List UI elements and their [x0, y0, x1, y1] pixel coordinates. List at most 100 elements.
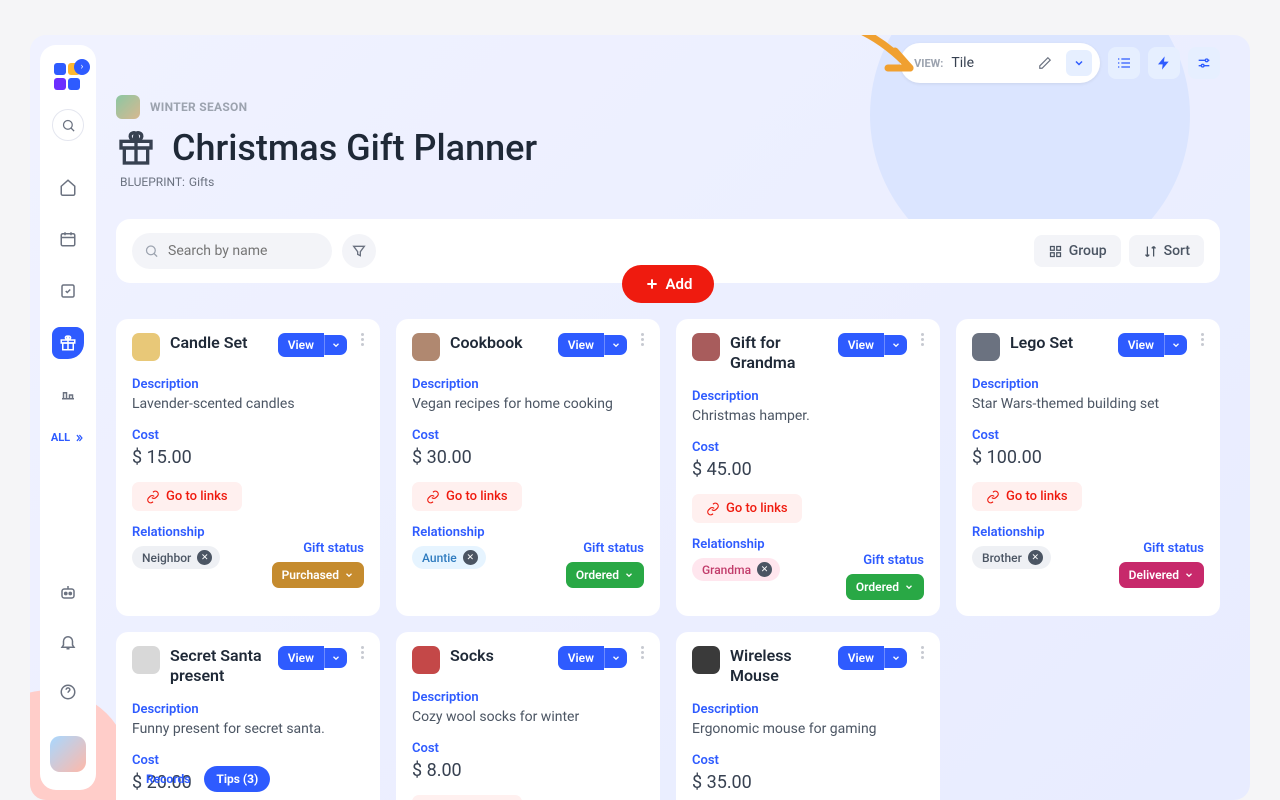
relationship-label: Relationship [972, 525, 1051, 540]
view-button[interactable]: View [558, 646, 604, 670]
app-logo[interactable]: › [54, 63, 82, 91]
cost-value: $ 45.00 [692, 459, 924, 480]
gift-icon [116, 128, 156, 168]
nav-output[interactable] [52, 379, 84, 411]
view-button[interactable]: View [558, 333, 604, 357]
description-label: Description [412, 377, 644, 392]
nav-home[interactable] [52, 171, 84, 203]
chevron-down-icon[interactable] [1066, 50, 1092, 76]
view-label: VIEW: [914, 57, 943, 70]
chevron-down-icon[interactable] [884, 648, 907, 668]
chevron-down-icon[interactable] [604, 648, 627, 668]
relationship-label: Relationship [132, 525, 220, 540]
nav-notifications[interactable] [52, 626, 84, 658]
status-badge[interactable]: Ordered [846, 574, 924, 600]
cost-value: $ 30.00 [412, 447, 644, 468]
gift-card: Gift for Grandma View Description Christ… [676, 319, 940, 616]
nav-all[interactable]: ALL [51, 431, 85, 444]
more-icon[interactable] [361, 333, 364, 346]
status-badge[interactable]: Purchased [272, 562, 364, 588]
go-to-links-button[interactable]: Go to links [412, 795, 522, 800]
automation-icon[interactable] [1148, 47, 1180, 79]
relationship-label: Relationship [692, 537, 780, 552]
gift-card: Wireless Mouse View Description Ergonomi… [676, 632, 940, 800]
cost-value: $ 8.00 [412, 760, 644, 781]
description-value: Christmas hamper. [692, 408, 924, 424]
chevron-down-icon[interactable] [324, 648, 347, 668]
more-icon[interactable] [921, 646, 924, 659]
gift-card: Cookbook View Description Vegan recipes … [396, 319, 660, 616]
nav-help[interactable] [52, 676, 84, 708]
group-button[interactable]: Group [1034, 235, 1121, 267]
chevron-right-icon[interactable]: › [74, 59, 90, 75]
go-to-links-button[interactable]: Go to links [692, 494, 802, 523]
description-label: Description [412, 690, 644, 705]
view-button[interactable]: View [838, 646, 884, 670]
more-icon[interactable] [361, 646, 364, 659]
page-title: Christmas Gift Planner [172, 127, 537, 169]
card-thumbnail [412, 646, 440, 674]
more-icon[interactable] [1201, 333, 1204, 346]
view-toolbar: VIEW: Tile [900, 43, 1220, 83]
tips-tab[interactable]: Tips (3) [204, 766, 270, 792]
view-button[interactable]: View [278, 646, 324, 670]
chevron-down-icon[interactable] [604, 335, 627, 355]
description-value: Vegan recipes for home cooking [412, 396, 644, 412]
chevron-down-icon[interactable] [884, 335, 907, 355]
nav-gifts[interactable] [52, 327, 84, 359]
view-button[interactable]: View [1118, 333, 1164, 357]
go-to-links-button[interactable]: Go to links [132, 482, 242, 511]
search-input[interactable] [132, 233, 332, 269]
description-value: Ergonomic mouse for gaming [692, 721, 924, 737]
relationship-chip[interactable]: Neighbor✕ [132, 546, 220, 569]
sort-button[interactable]: Sort [1129, 235, 1204, 267]
relationship-chip[interactable]: Auntie✕ [412, 546, 486, 569]
view-selector[interactable]: VIEW: Tile [900, 43, 1100, 83]
blueprint-label: BLUEPRINT:Gifts [116, 175, 1220, 189]
nav-bot[interactable] [52, 576, 84, 608]
relationship-chip[interactable]: Grandma✕ [692, 558, 780, 581]
card-title: Candle Set [170, 333, 268, 353]
card-thumbnail [692, 646, 720, 674]
gift-card: Candle Set View Description Lavender-sce… [116, 319, 380, 616]
more-icon[interactable] [641, 646, 644, 659]
gift-status-label: Gift status [566, 541, 644, 556]
search-button[interactable] [52, 109, 84, 141]
card-title: Lego Set [1010, 333, 1108, 353]
search-icon [144, 244, 159, 259]
nav-calendar[interactable] [52, 223, 84, 255]
view-value: Tile [951, 55, 974, 71]
filter-button[interactable] [342, 234, 376, 268]
go-to-links-button[interactable]: Go to links [412, 482, 522, 511]
add-button[interactable]: Add [622, 265, 715, 303]
close-icon[interactable]: ✕ [197, 550, 212, 565]
records-tab[interactable]: Records [138, 768, 198, 790]
close-icon[interactable]: ✕ [463, 550, 478, 565]
close-icon[interactable]: ✕ [1028, 550, 1043, 565]
sliders-icon[interactable] [1188, 47, 1220, 79]
edit-icon[interactable] [1032, 50, 1058, 76]
user-avatar[interactable] [50, 736, 86, 772]
list-settings-icon[interactable] [1108, 47, 1140, 79]
more-icon[interactable] [641, 333, 644, 346]
close-icon[interactable]: ✕ [757, 562, 772, 577]
status-badge[interactable]: Delivered [1119, 562, 1204, 588]
breadcrumb-text[interactable]: WINTER SEASON [150, 100, 247, 114]
chevron-down-icon[interactable] [1164, 335, 1187, 355]
view-button[interactable]: View [278, 333, 324, 357]
nav-tasks[interactable] [52, 275, 84, 307]
cost-label: Cost [412, 741, 644, 756]
view-button[interactable]: View [838, 333, 884, 357]
status-badge[interactable]: Ordered [566, 562, 644, 588]
description-label: Description [132, 377, 364, 392]
description-label: Description [692, 702, 924, 717]
card-title: Cookbook [450, 333, 548, 353]
winter-season-icon [116, 95, 140, 119]
relationship-chip[interactable]: Brother✕ [972, 546, 1051, 569]
more-icon[interactable] [921, 333, 924, 346]
gift-status-label: Gift status [1119, 541, 1204, 556]
go-to-links-button[interactable]: Go to links [972, 482, 1082, 511]
cost-label: Cost [412, 428, 644, 443]
chevron-down-icon[interactable] [324, 335, 347, 355]
cost-value: $ 100.00 [972, 447, 1204, 468]
